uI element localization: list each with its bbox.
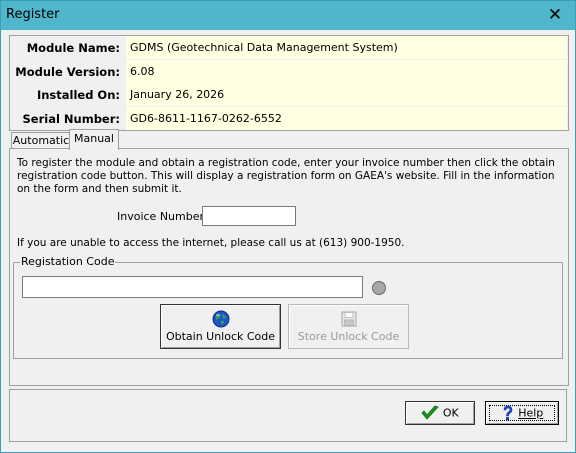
registration-instructions: To register the module and obtain a regi… — [17, 157, 555, 195]
store-unlock-code-button[interactable]: Store Unlock Code — [288, 304, 409, 349]
registration-code-group: Registation Code Obtain Unlock Code Stor… — [13, 255, 563, 359]
registration-code-input[interactable] — [22, 276, 363, 298]
status-indicator-icon — [372, 281, 386, 295]
invoice-number-input[interactable] — [202, 206, 296, 226]
tab-manual[interactable]: Manual — [69, 129, 119, 150]
tab-automatic[interactable]: Automatic — [11, 132, 71, 149]
registration-code-group-label: Registation Code — [20, 255, 116, 268]
installed-on-label: Installed On: — [36, 88, 120, 102]
manual-tab-panel: To register the module and obtain a regi… — [9, 148, 569, 386]
serial-number-value: GD6-8611-1167-0262-6552 — [126, 106, 567, 130]
module-version-label: Module Version: — [15, 64, 120, 79]
module-version-row: Module Version: 6.08 — [10, 59, 568, 83]
help-label: Help — [518, 406, 544, 420]
serial-number-row: Serial Number: GD6-8611-1167-0262-6552 — [10, 106, 568, 130]
ok-button[interactable]: OK — [405, 401, 475, 425]
module-info-panel: Module Name: GDMS (Geotechnical Data Man… — [9, 35, 569, 131]
window-title: Register — [6, 7, 60, 22]
obtain-unlock-code-label: Obtain Unlock Code — [165, 330, 276, 343]
module-name-value: GDMS (Geotechnical Data Management Syste… — [126, 36, 567, 59]
invoice-number-label: Invoice Number: — [117, 210, 208, 223]
floppy-disk-icon — [340, 310, 358, 328]
obtain-unlock-code-button[interactable]: Obtain Unlock Code — [160, 304, 281, 349]
installed-on-value: January 26, 2026 — [126, 83, 567, 106]
serial-number-label: Serial Number: — [22, 111, 121, 126]
close-button[interactable]: ✕ — [535, 1, 575, 30]
module-name-label: Module Name: — [26, 41, 120, 55]
help-button[interactable]: Help — [485, 401, 559, 425]
module-name-row: Module Name: GDMS (Geotechnical Data Man… — [10, 36, 568, 59]
ok-label: OK — [442, 406, 459, 420]
checkmark-icon — [421, 405, 443, 420]
title-bar[interactable]: Register ✕ — [1, 1, 575, 30]
question-mark-icon — [501, 405, 519, 421]
store-unlock-code-label: Store Unlock Code — [297, 330, 400, 343]
dialog-button-bar: OK Help — [9, 389, 567, 442]
phone-contact-note: If you are unable to access the internet… — [17, 237, 405, 249]
register-dialog: Register ✕ Module Name: GDMS (Geotechnic… — [0, 0, 576, 453]
module-version-value: 6.08 — [126, 59, 567, 83]
globe-icon — [212, 310, 230, 328]
installed-on-row: Installed On: January 26, 2026 — [10, 83, 568, 106]
